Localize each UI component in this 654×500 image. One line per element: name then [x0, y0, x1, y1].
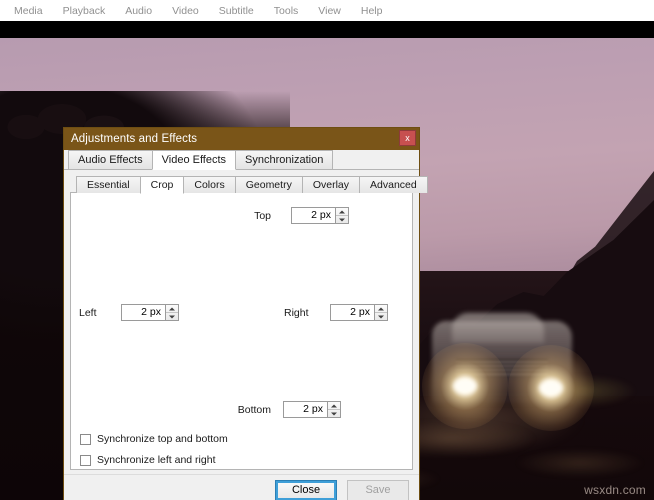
- crop-bottom-spinner[interactable]: 2 px: [283, 401, 341, 418]
- menu-item-view[interactable]: View: [308, 2, 351, 20]
- close-button[interactable]: Close: [275, 480, 337, 500]
- crop-right-row: Right 2 px: [284, 304, 388, 321]
- crop-left-spin-buttons: [165, 305, 178, 320]
- crop-settings-panel: Top 2 px Left 2 px Right 2 px Bottom 2 p…: [70, 192, 413, 470]
- menu-item-audio[interactable]: Audio: [115, 2, 162, 20]
- letterbox-band: [0, 21, 654, 38]
- sync-top-bottom-label: Synchronize top and bottom: [97, 433, 228, 445]
- crop-left-label: Left: [79, 306, 97, 319]
- crop-right-decrement-icon[interactable]: [375, 313, 387, 320]
- headlight-right-core: [539, 380, 563, 396]
- crop-left-increment-icon[interactable]: [166, 305, 178, 313]
- crop-bottom-spin-buttons: [327, 402, 340, 417]
- crop-bottom-increment-icon[interactable]: [328, 402, 340, 410]
- crop-bottom-label: Bottom: [237, 403, 271, 416]
- crop-top-spin-buttons: [335, 208, 348, 223]
- crop-right-spinner[interactable]: 2 px: [330, 304, 388, 321]
- sync-top-bottom-checkbox[interactable]: [80, 433, 91, 445]
- crop-left-spinner[interactable]: 2 px: [121, 304, 179, 321]
- menu-bar: Media Playback Audio Video Subtitle Tool…: [0, 0, 654, 21]
- menu-item-media[interactable]: Media: [4, 2, 53, 20]
- tab-audio-effects[interactable]: Audio Effects: [68, 150, 153, 169]
- sync-left-right-label: Synchronize left and right: [97, 454, 216, 466]
- crop-right-increment-icon[interactable]: [375, 305, 387, 313]
- tab-essential[interactable]: Essential: [76, 176, 141, 193]
- video-effects-panel: Essential Crop Colors Geometry Overlay A…: [64, 170, 428, 474]
- sync-top-bottom-row[interactable]: Synchronize top and bottom: [80, 433, 228, 445]
- crop-right-spin-buttons: [374, 305, 387, 320]
- close-x-icon[interactable]: x: [399, 130, 416, 146]
- crop-right-value[interactable]: 2 px: [331, 305, 374, 320]
- dialog-title-bar[interactable]: Adjustments and Effects x: [64, 128, 419, 150]
- crop-top-value[interactable]: 2 px: [292, 208, 335, 223]
- headlight-left-core: [453, 378, 477, 394]
- crop-left-value[interactable]: 2 px: [122, 305, 165, 320]
- inner-tab-bar: Essential Crop Colors Geometry Overlay A…: [70, 175, 428, 194]
- sync-left-right-checkbox[interactable]: [80, 454, 91, 466]
- watermark-text: wsxdn.com: [584, 483, 646, 497]
- crop-bottom-row: Bottom 2 px: [179, 401, 341, 418]
- crop-top-label: Top: [254, 209, 271, 222]
- dialog-title: Adjustments and Effects: [71, 133, 198, 145]
- crop-bottom-decrement-icon[interactable]: [328, 410, 340, 417]
- crop-left-decrement-icon[interactable]: [166, 313, 178, 320]
- tab-advanced[interactable]: Advanced: [359, 176, 428, 193]
- tab-synchronization[interactable]: Synchronization: [235, 150, 334, 169]
- crop-left-row: Left 2 px: [79, 304, 179, 321]
- tab-crop[interactable]: Crop: [139, 176, 185, 194]
- outer-tab-bar: Audio Effects Video Effects Synchronizat…: [64, 150, 419, 170]
- menu-item-help[interactable]: Help: [351, 2, 393, 20]
- menu-item-subtitle[interactable]: Subtitle: [209, 2, 264, 20]
- menu-item-tools[interactable]: Tools: [264, 2, 309, 20]
- adjustments-and-effects-dialog: Adjustments and Effects x Audio Effects …: [63, 127, 428, 500]
- sync-left-right-row[interactable]: Synchronize left and right: [80, 454, 215, 466]
- crop-top-spinner[interactable]: 2 px: [291, 207, 349, 224]
- tab-overlay[interactable]: Overlay: [301, 176, 361, 193]
- crop-right-label: Right: [284, 306, 309, 319]
- crop-top-increment-icon[interactable]: [336, 208, 348, 216]
- tab-video-effects[interactable]: Video Effects: [151, 150, 237, 170]
- crop-top-row: Top 2 px: [179, 207, 384, 224]
- tab-colors[interactable]: Colors: [183, 176, 236, 193]
- crop-top-decrement-icon[interactable]: [336, 216, 348, 223]
- menu-item-video[interactable]: Video: [162, 2, 209, 20]
- menu-item-playback[interactable]: Playback: [53, 2, 116, 20]
- dialog-footer: Close Save: [64, 474, 419, 500]
- save-button: Save: [347, 480, 409, 500]
- crop-bottom-value[interactable]: 2 px: [284, 402, 327, 417]
- tab-geometry[interactable]: Geometry: [234, 176, 303, 193]
